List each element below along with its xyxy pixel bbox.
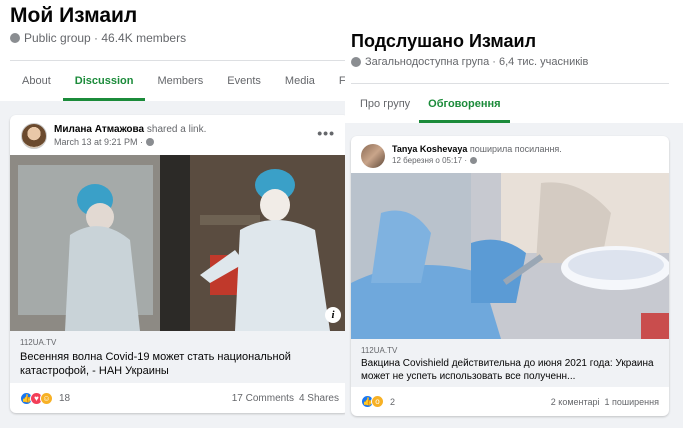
- tab-discussion[interactable]: Обговорення: [419, 84, 510, 123]
- globe-icon: [470, 157, 478, 164]
- group-title[interactable]: Подслушано Измаил: [351, 31, 536, 52]
- post-action: поширила посилання.: [469, 144, 562, 154]
- tab-events[interactable]: Events: [215, 61, 273, 101]
- haha-reaction-icon: ☺: [40, 391, 53, 405]
- link-preview-image[interactable]: [351, 173, 669, 339]
- comments-count[interactable]: 17 Comments: [232, 393, 294, 404]
- link-title: Весенняя волна Covid-19 может стать наци…: [20, 351, 291, 377]
- reactions[interactable]: 👍 ♥ ☺ 18: [20, 391, 71, 405]
- link-title: Вакцина Covishield действительна до июня…: [361, 358, 654, 382]
- post-time-text: 12 березня о 05:17 ·: [392, 156, 468, 165]
- post-author[interactable]: Милана Атмажова: [54, 124, 144, 135]
- lab-photo: [10, 155, 349, 331]
- link-preview[interactable]: 112UA.TV Вакцина Covishield действительн…: [351, 339, 669, 387]
- post-stats: 👍 ♥ ☺ 18 17 Comments 4 Shares: [10, 383, 349, 413]
- shares-count[interactable]: 1 поширення: [605, 397, 659, 407]
- link-source: 112UA.TV: [361, 346, 398, 355]
- shares-count[interactable]: 4 Shares: [299, 393, 339, 404]
- post-card: Tanya Koshevaya поширила посилання. 12 б…: [351, 136, 669, 416]
- globe-icon: [10, 33, 20, 43]
- group-title[interactable]: Мой Измаил: [10, 4, 137, 28]
- link-preview-image[interactable]: i: [10, 155, 349, 331]
- post-timestamp[interactable]: March 13 at 9:21 PM ·: [54, 137, 155, 147]
- tab-members[interactable]: Members: [145, 61, 215, 101]
- reaction-count: 2: [390, 396, 396, 407]
- tab-about[interactable]: Про групу: [351, 84, 419, 123]
- avatar[interactable]: [361, 144, 385, 168]
- group-tabs: About Discussion Members Events Media Fi…: [10, 60, 362, 101]
- post-card: Милана Атмажова shared a link. March 13 …: [10, 115, 349, 413]
- group-meta-text: Загальнодоступна група · 6,4 тис. учасни…: [365, 56, 589, 68]
- info-icon[interactable]: i: [325, 307, 341, 323]
- group-meta: Public group · 46.4K members: [10, 31, 186, 45]
- avatar[interactable]: [21, 123, 47, 149]
- post-action: shared a link.: [146, 124, 207, 135]
- reactions[interactable]: 👍 o 2: [361, 395, 395, 408]
- group-meta: Загальнодоступна група · 6,4 тис. учасни…: [351, 56, 588, 68]
- globe-icon: [146, 138, 155, 146]
- link-preview[interactable]: 112UA.TV Весенняя волна Covid-19 может с…: [10, 331, 349, 383]
- post-counts: 17 Comments 4 Shares: [232, 393, 339, 404]
- post-counts: 2 коментарі 1 поширення: [551, 397, 659, 407]
- vaccine-photo: [351, 173, 669, 339]
- link-source: 112UA.TV: [20, 338, 57, 347]
- tab-media[interactable]: Media: [273, 61, 327, 101]
- group-meta-text: Public group · 46.4K members: [24, 31, 187, 45]
- post-header: Tanya Koshevaya поширила посилання. 12 б…: [351, 136, 669, 176]
- comments-count[interactable]: 2 коментарі: [551, 397, 600, 407]
- post-author-line: Tanya Koshevaya поширила посилання.: [392, 144, 562, 154]
- post-stats: 👍 o 2 2 коментарі 1 поширення: [351, 387, 669, 416]
- post-header: Милана Атмажова shared a link. March 13 …: [10, 115, 349, 155]
- post-time-text: March 13 at 9:21 PM ·: [54, 137, 144, 147]
- tab-discussion[interactable]: Discussion: [62, 61, 146, 101]
- post-author-line: Милана Атмажова shared a link.: [54, 124, 206, 135]
- tab-about[interactable]: About: [10, 61, 63, 101]
- reaction-count: 18: [59, 392, 71, 404]
- wow-reaction-icon: o: [371, 395, 384, 408]
- post-timestamp[interactable]: 12 березня о 05:17 ·: [392, 156, 478, 165]
- post-author[interactable]: Tanya Koshevaya: [392, 144, 467, 154]
- globe-icon: [351, 57, 361, 67]
- more-options-icon[interactable]: •••: [317, 125, 335, 141]
- group-tabs: Про групу Обговорення: [351, 83, 669, 123]
- right-group-panel: Подслушано Измаил Загальнодоступна група…: [345, 0, 683, 428]
- left-group-panel: Мой Измаил Public group · 46.4K members …: [0, 0, 362, 428]
